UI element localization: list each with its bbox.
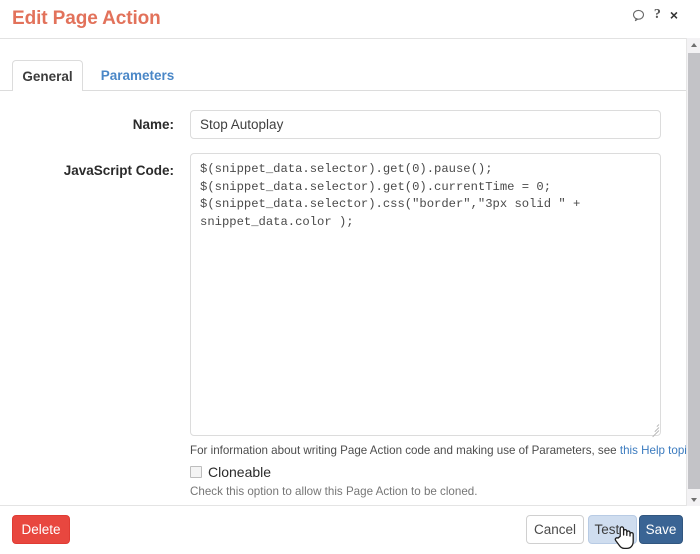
scroll-down-arrow-icon[interactable] [687, 493, 700, 506]
cloneable-help-text: Check this option to allow this Page Act… [190, 485, 478, 498]
code-help-prefix: For information about writing Page Actio… [190, 444, 620, 457]
edit-page-action-dialog: Edit Page Action ? × General Parameters … [0, 0, 700, 554]
help-topic-link[interactable]: this Help topic [620, 444, 693, 457]
javascript-code-label: JavaScript Code: [63, 163, 174, 178]
tab-parameters[interactable]: Parameters [90, 60, 185, 91]
scrollbar-thumb[interactable] [688, 53, 700, 489]
cloneable-label[interactable]: Cloneable [208, 464, 271, 480]
dialog-footer: Delete Cancel Test... Save [0, 505, 686, 554]
close-icon[interactable]: × [670, 8, 678, 22]
save-button[interactable]: Save [639, 515, 683, 544]
tab-bar: General Parameters [0, 60, 686, 92]
dialog-header: Edit Page Action ? × [0, 0, 686, 38]
name-label: Name: [132, 117, 174, 132]
cancel-button[interactable]: Cancel [526, 515, 584, 544]
form-body: Name: JavaScript Code: $(snippet_data.se… [0, 91, 696, 505]
code-help-text: For information about writing Page Actio… [190, 444, 696, 457]
cloneable-row: Cloneable [190, 464, 271, 480]
name-input[interactable] [190, 110, 661, 139]
header-icon-group: ? × [632, 8, 678, 22]
tab-parameters-label: Parameters [100, 68, 175, 83]
test-button[interactable]: Test... [588, 515, 637, 544]
page-scrollbar[interactable] [686, 38, 700, 506]
scroll-up-arrow-icon[interactable] [687, 38, 700, 51]
comment-icon[interactable] [632, 9, 645, 22]
tab-general-label: General [22, 68, 73, 84]
delete-button[interactable]: Delete [12, 515, 70, 544]
javascript-code-wrapper: $(snippet_data.selector).get(0).pause();… [190, 153, 661, 438]
help-icon[interactable]: ? [654, 8, 661, 22]
header-divider [0, 38, 686, 39]
javascript-code-textarea[interactable]: $(snippet_data.selector).get(0).pause();… [190, 153, 661, 436]
cloneable-checkbox[interactable] [190, 466, 202, 478]
tab-general[interactable]: General [12, 60, 83, 92]
page-title: Edit Page Action [12, 8, 161, 29]
